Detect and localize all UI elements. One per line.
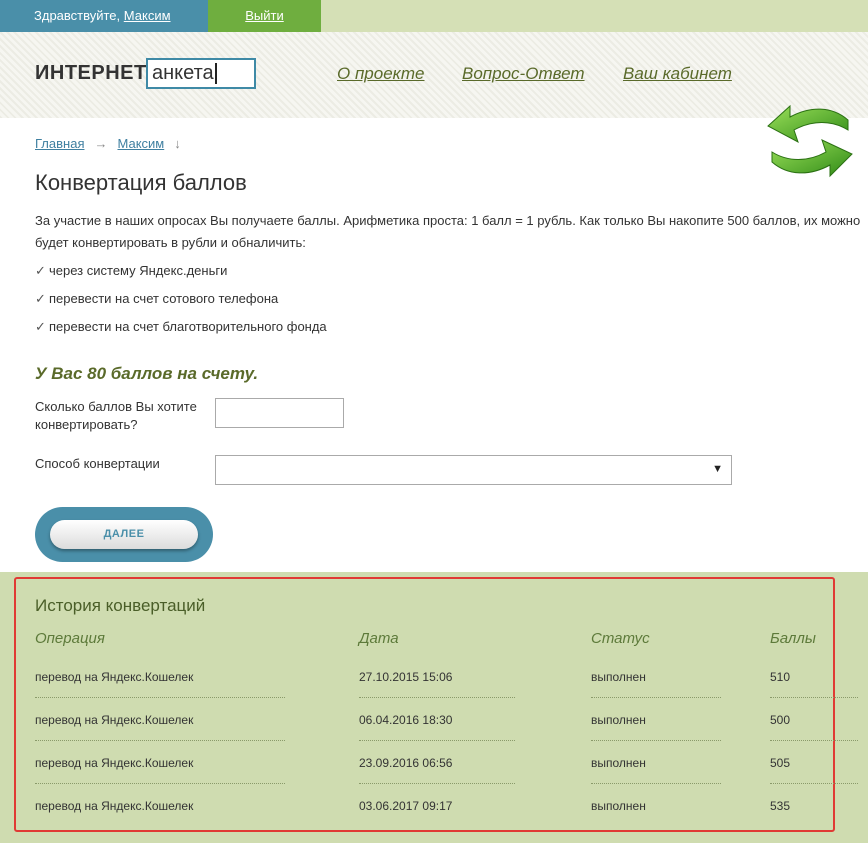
- method-label: Способ конвертации: [35, 456, 160, 471]
- page-title: Конвертация баллов: [35, 170, 247, 195]
- check-icon: ✓: [35, 319, 46, 334]
- breadcrumb: Главная → Максим ↓: [35, 136, 191, 151]
- table-cell-operation: перевод на Яндекс.Кошелек: [35, 799, 194, 813]
- amount-label: Сколько баллов Вы хотите конвертировать?: [35, 399, 197, 432]
- column-header-operation: Операция: [35, 630, 105, 647]
- site-header: ИНТЕРНЕТ анкета О проекте Вопрос-Ответ В…: [0, 32, 868, 118]
- methods-list: ✓ через систему Яндекс.деньги ✓ перевести …: [35, 262, 327, 346]
- row-divider: [35, 783, 285, 784]
- row-divider: [770, 783, 858, 784]
- row-divider: [591, 783, 721, 784]
- logo-box[interactable]: анкета: [146, 58, 256, 89]
- list-item: ✓ перевести на счет благотворительного фо…: [35, 318, 327, 346]
- row-divider: [35, 697, 285, 698]
- logo-text[interactable]: ИНТЕРНЕТ: [35, 62, 147, 85]
- table-cell-status: выполнен: [591, 756, 646, 770]
- row-divider: [770, 697, 858, 698]
- column-header-status: Статус: [591, 630, 650, 647]
- check-icon: ✓: [35, 291, 46, 306]
- list-item-label: перевести на счет благотворительного фон…: [49, 319, 327, 334]
- table-cell-status: выполнен: [591, 713, 646, 727]
- breadcrumb-user[interactable]: Максим: [117, 136, 164, 151]
- breadcrumb-arrow-icon: →: [94, 136, 108, 151]
- column-header-date: Дата: [359, 630, 399, 647]
- history-section: История конвертаций Операция Дата Статус…: [0, 572, 868, 843]
- history-title: История конвертаций: [35, 596, 206, 615]
- row-divider: [35, 740, 285, 741]
- table-cell-points: 535: [770, 799, 791, 813]
- table-cell-points: 500: [770, 713, 791, 727]
- balance-heading: У Вас 80 баллов на счету.: [35, 364, 259, 383]
- row-divider: [591, 697, 721, 698]
- refresh-arrows-icon[interactable]: [760, 92, 860, 192]
- next-button[interactable]: ДАЛЕЕ: [50, 520, 198, 549]
- intro-text: За участие в наших опросах Вы получаете …: [35, 213, 861, 250]
- amount-input[interactable]: [215, 398, 344, 428]
- list-item: ✓ перевести на счет сотового телефона: [35, 290, 327, 318]
- list-item-label: через систему Яндекс.деньги: [49, 263, 228, 278]
- top-bar: Здравствуйте, Максим Выйти: [0, 0, 868, 32]
- greeting-text: Здравствуйте,: [34, 8, 121, 23]
- method-select[interactable]: ▼: [215, 455, 732, 485]
- logo-caret: [214, 63, 217, 85]
- user-link[interactable]: Максим: [124, 8, 171, 23]
- table-cell-date: 03.06.2017 09:17: [359, 799, 453, 813]
- submit-button-frame: ДАЛЕЕ: [35, 507, 213, 562]
- greeting: Здравствуйте, Максим: [0, 0, 208, 32]
- logo-box-text: анкета: [152, 62, 214, 84]
- list-item: ✓ через систему Яндекс.деньги: [35, 262, 327, 290]
- table-cell-date: 06.04.2016 18:30: [359, 713, 453, 727]
- logout-button[interactable]: Выйти: [208, 0, 321, 32]
- table-cell-status: выполнен: [591, 670, 646, 684]
- row-divider: [359, 697, 515, 698]
- table-cell-operation: перевод на Яндекс.Кошелек: [35, 756, 194, 770]
- check-icon: ✓: [35, 263, 46, 278]
- list-item-label: перевести на счет сотового телефона: [49, 291, 279, 306]
- table-cell-operation: перевод на Яндекс.Кошелек: [35, 713, 194, 727]
- row-divider: [359, 783, 515, 784]
- nav-faq[interactable]: Вопрос-Ответ: [462, 64, 585, 84]
- table-cell-status: выполнен: [591, 799, 646, 813]
- triangle-down-icon: ▼: [712, 463, 723, 475]
- row-divider: [591, 740, 721, 741]
- table-cell-date: 23.09.2016 06:56: [359, 756, 453, 770]
- column-header-points: Баллы: [770, 630, 816, 647]
- breadcrumb-down-icon: ↓: [174, 136, 181, 151]
- table-cell-date: 27.10.2015 15:06: [359, 670, 453, 684]
- table-cell-operation: перевод на Яндекс.Кошелек: [35, 670, 194, 684]
- row-divider: [359, 740, 515, 741]
- row-divider: [770, 740, 858, 741]
- nav-cabinet[interactable]: Ваш кабинет: [623, 64, 732, 84]
- table-cell-points: 505: [770, 756, 791, 770]
- breadcrumb-home[interactable]: Главная: [35, 136, 84, 151]
- nav-about[interactable]: О проекте: [337, 64, 425, 84]
- table-cell-points: 510: [770, 670, 791, 684]
